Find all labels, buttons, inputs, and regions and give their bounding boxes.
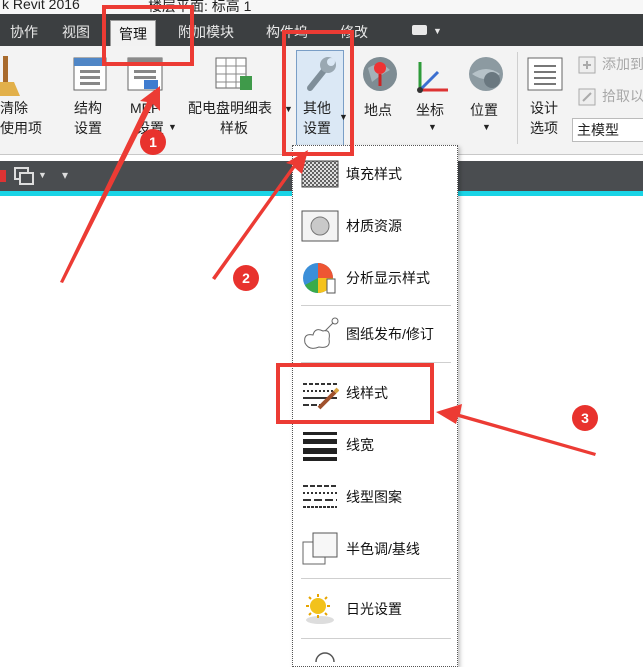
highlight-additional-settings	[282, 30, 354, 156]
arrow-2	[212, 150, 308, 280]
step-badge-2: 2	[233, 265, 259, 291]
step-badge-3: 3	[572, 405, 598, 431]
arrow-3	[436, 404, 596, 456]
step-badge-1: 1	[140, 129, 166, 155]
arrow-1	[60, 86, 160, 283]
highlight-manage-tab	[102, 5, 194, 66]
highlight-line-styles	[276, 363, 434, 424]
